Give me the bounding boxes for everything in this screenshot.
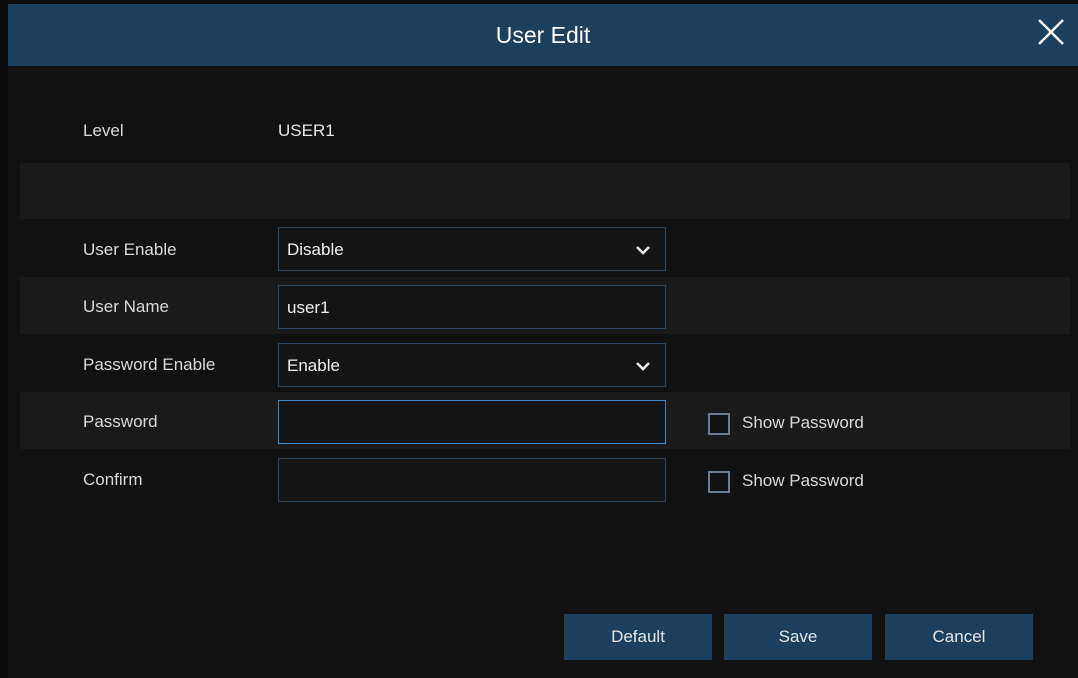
password-enable-select[interactable]: Enable bbox=[278, 343, 666, 387]
level-label: Level bbox=[83, 121, 124, 140]
level-value: USER1 bbox=[278, 121, 335, 140]
confirm-show-password-label[interactable]: Show Password bbox=[742, 471, 864, 491]
password-enable-label: Password Enable bbox=[83, 355, 216, 374]
show-password-checkbox[interactable] bbox=[708, 413, 730, 435]
password-enable-value: Enable bbox=[287, 356, 340, 375]
chevron-down-icon[interactable] bbox=[635, 358, 651, 374]
save-button[interactable]: Save bbox=[724, 614, 872, 660]
dialog-title: User Edit bbox=[495, 21, 591, 48]
password-input[interactable] bbox=[278, 400, 666, 444]
titlebar: User Edit bbox=[8, 4, 1078, 66]
user-name-value: user1 bbox=[287, 298, 330, 317]
confirm-label: Confirm bbox=[83, 470, 143, 489]
user-name-label: User Name bbox=[83, 297, 169, 316]
confirm-input[interactable] bbox=[278, 458, 666, 502]
user-name-input[interactable]: user1 bbox=[278, 285, 666, 329]
cancel-button[interactable]: Cancel bbox=[885, 614, 1033, 660]
password-label: Password bbox=[83, 412, 158, 431]
row-band bbox=[20, 163, 1070, 219]
confirm-show-password-checkbox[interactable] bbox=[708, 471, 730, 493]
user-enable-value: Disable bbox=[287, 240, 344, 259]
show-password-label[interactable]: Show Password bbox=[742, 413, 864, 433]
user-enable-label: User Enable bbox=[83, 240, 177, 259]
user-enable-select[interactable]: Disable bbox=[278, 227, 666, 271]
user-edit-dialog: User Edit bbox=[8, 4, 1078, 678]
default-button[interactable]: Default bbox=[564, 614, 712, 660]
chevron-down-icon[interactable] bbox=[635, 242, 651, 258]
close-icon[interactable] bbox=[1034, 15, 1068, 49]
